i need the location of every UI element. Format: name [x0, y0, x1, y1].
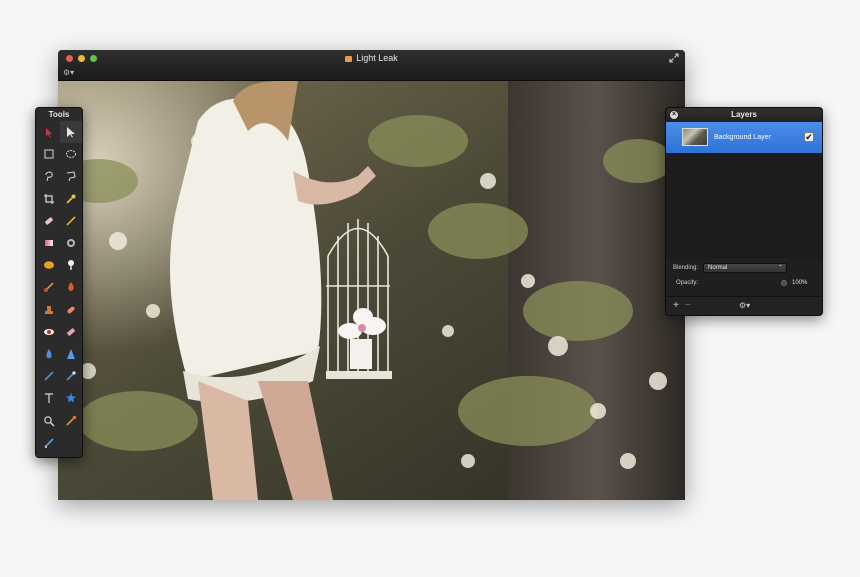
- layer-settings-button[interactable]: ⚙▾: [739, 300, 750, 312]
- burn-icon[interactable]: [60, 276, 82, 298]
- layers-panel-title: Layers: [731, 110, 757, 119]
- select-arrows-icon: ⌃: [777, 265, 783, 271]
- eyedropper-icon[interactable]: [60, 188, 82, 210]
- fullscreen-icon[interactable]: [669, 53, 679, 63]
- blending-mode-select[interactable]: Normal ⌃: [703, 263, 787, 273]
- fill-bucket-icon[interactable]: [60, 232, 82, 254]
- document-title: Light Leak: [58, 53, 685, 64]
- document-title-text: Light Leak: [356, 53, 398, 63]
- polygon-lasso-icon[interactable]: [60, 165, 82, 187]
- sharpen-icon[interactable]: [60, 343, 82, 365]
- document-window: Light Leak ⚙▾: [58, 50, 685, 500]
- stamp-icon[interactable]: [38, 299, 60, 321]
- tools-panel-title: Tools: [48, 110, 70, 119]
- shape-blob-icon[interactable]: [38, 254, 60, 276]
- heal-icon[interactable]: [60, 299, 82, 321]
- layer-name: Background Layer: [714, 134, 771, 141]
- layers-panel-header[interactable]: × Layers: [666, 108, 822, 122]
- opacity-value[interactable]: 100%: [792, 276, 807, 290]
- opacity-row: Opacity: 100%: [666, 276, 822, 290]
- add-layer-button[interactable]: +: [673, 300, 679, 312]
- opacity-label: Opacity:: [676, 280, 699, 286]
- color-brush-icon[interactable]: [60, 409, 82, 431]
- red-eye-icon[interactable]: [38, 321, 60, 343]
- blending-mode-value: Normal: [708, 265, 728, 271]
- smudge-icon[interactable]: [60, 254, 82, 276]
- brush-icon[interactable]: [38, 276, 60, 298]
- star-shape-icon[interactable]: [60, 387, 82, 409]
- layers-footer: + − ⚙▾: [666, 296, 822, 315]
- blur-drop-icon[interactable]: [38, 343, 60, 365]
- layers-list-empty-area: [666, 153, 822, 259]
- layer-thumbnail: [682, 128, 708, 146]
- pen-icon[interactable]: [60, 365, 82, 387]
- eraser-pink-icon[interactable]: [60, 321, 82, 343]
- blending-label: Blending:: [673, 265, 699, 271]
- layers-panel: × Layers Background Layer ✔ Blending: No…: [665, 107, 823, 316]
- slice-icon[interactable]: [38, 432, 60, 454]
- blending-row: Blending: Normal ⌃: [666, 261, 822, 275]
- document-icon: [345, 56, 353, 62]
- title-bar[interactable]: Light Leak ⚙▾: [58, 50, 685, 81]
- line-icon[interactable]: [38, 365, 60, 387]
- photo: [58, 81, 685, 500]
- remove-layer-button[interactable]: −: [685, 300, 691, 312]
- tool-grid: [38, 121, 82, 454]
- rect-select-icon[interactable]: [38, 143, 60, 165]
- crop-icon[interactable]: [38, 188, 60, 210]
- image-canvas[interactable]: [58, 81, 685, 500]
- layer-row[interactable]: Background Layer ✔: [666, 122, 822, 153]
- settings-menu-button[interactable]: ⚙▾: [63, 68, 74, 78]
- pencil-icon[interactable]: [60, 210, 82, 232]
- lasso-icon[interactable]: [38, 165, 60, 187]
- move-tool-icon[interactable]: [38, 121, 60, 143]
- gradient-icon[interactable]: [38, 232, 60, 254]
- eraser-icon[interactable]: [38, 210, 60, 232]
- pointer-tool-icon[interactable]: [60, 121, 82, 144]
- text-icon[interactable]: [38, 387, 60, 409]
- opacity-knob[interactable]: [781, 280, 787, 286]
- zoom-icon[interactable]: [38, 409, 60, 431]
- layer-visibility-checkbox[interactable]: ✔: [804, 132, 814, 142]
- tools-panel: Tools: [35, 107, 83, 458]
- ellipse-select-icon[interactable]: [60, 143, 82, 165]
